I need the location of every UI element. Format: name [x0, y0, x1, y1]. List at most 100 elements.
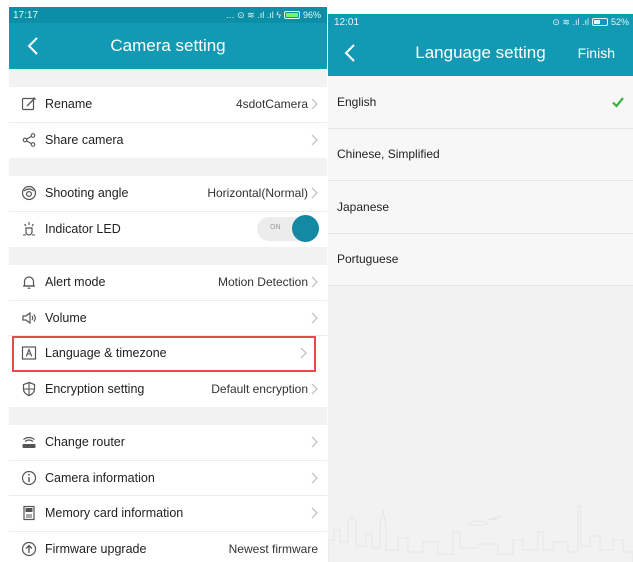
- setting-label: Indicator LED: [45, 222, 121, 237]
- chevron-right-icon: [311, 276, 318, 288]
- camera-setting-screen: 17:17 … ⊙ ≋ .ıl .ıl ϟ 96% Camera setting…: [9, 7, 327, 562]
- setting-indicator-led[interactable]: Indicator LED ON: [9, 212, 327, 248]
- chevron-left-icon: [27, 37, 38, 55]
- info-icon: [19, 468, 39, 488]
- chevron-right-icon: [311, 97, 321, 111]
- toggle-knob: [292, 215, 319, 243]
- speaker-icon: [19, 308, 39, 328]
- status-time: 12:01: [334, 16, 360, 28]
- chevron-right-icon: [311, 507, 318, 519]
- chevron-right-icon: [300, 347, 307, 359]
- setting-label: Encryption setting: [45, 382, 145, 397]
- chevron-right-icon: [311, 98, 318, 110]
- setting-memory-card-information[interactable]: Memory card information: [9, 496, 327, 532]
- chevron-right-icon: [311, 311, 321, 325]
- setting-encryption-setting[interactable]: Encryption setting Default encryption: [9, 372, 327, 408]
- setting-share-camera[interactable]: Share camera: [9, 123, 327, 159]
- chevron-right-icon: [311, 275, 321, 289]
- status-indicator-icons: … ⊙ ≋ .ıl .ıl ϟ: [225, 9, 281, 20]
- language-label: Portuguese: [337, 252, 399, 267]
- settings-group: Shooting angle Horizontal(Normal) Indicato…: [9, 176, 327, 247]
- setting-label: Alert mode: [45, 275, 106, 290]
- status-indicator-icons: ⊙ ≋ .ıl .ıl: [552, 16, 589, 27]
- chevron-right-icon: [311, 133, 321, 147]
- status-icons: … ⊙ ≋ .ıl .ıl ϟ 96%: [226, 10, 321, 21]
- sd-card-icon: [19, 503, 39, 523]
- settings-group: Alert mode Motion Detection Volume Language…: [9, 265, 327, 407]
- setting-label: Language & timezone: [45, 346, 167, 361]
- language-option-japanese[interactable]: Japanese: [328, 181, 633, 234]
- setting-label: Shooting angle: [45, 186, 129, 201]
- setting-value: Horizontal(Normal): [207, 186, 308, 201]
- group-separator: [9, 69, 327, 87]
- setting-camera-information[interactable]: Camera information: [9, 461, 327, 496]
- chevron-right-icon: [311, 383, 318, 395]
- checkmark-icon: [612, 97, 624, 108]
- page-title: Camera setting: [110, 36, 226, 55]
- chevron-right-icon: [311, 506, 321, 520]
- chevron-right-icon: [311, 435, 321, 449]
- camera-angle-icon: [19, 183, 39, 203]
- setting-shooting-angle[interactable]: Shooting angle Horizontal(Normal): [9, 176, 327, 212]
- app-header: Camera setting: [9, 23, 327, 69]
- language-option-portuguese[interactable]: Portuguese: [328, 233, 633, 286]
- edit-icon: [19, 94, 39, 114]
- back-button[interactable]: [23, 33, 43, 59]
- language-option-english[interactable]: English: [328, 76, 633, 129]
- settings-group: Change router Camera information Memory ca…: [9, 425, 327, 562]
- battery-percent: 52%: [610, 17, 629, 27]
- share-icon: [19, 130, 39, 150]
- router-icon: [19, 432, 39, 452]
- chevron-right-icon: [311, 472, 318, 484]
- chevron-right-icon: [311, 187, 318, 199]
- city-skyline-decoration: [328, 505, 633, 562]
- chevron-right-icon: [311, 312, 318, 324]
- setting-value: 4sdotCamera: [235, 97, 308, 112]
- setting-label: Firmware upgrade: [45, 542, 147, 557]
- language-list: English Chinese, Simplified Japanese Portug…: [328, 76, 633, 286]
- led-toggle[interactable]: ON: [257, 215, 319, 243]
- settings-group: Rename 4sdotCamera Share camera: [9, 87, 327, 158]
- finish-button[interactable]: Finish: [578, 45, 615, 61]
- led-icon: [19, 219, 39, 239]
- setting-change-router[interactable]: Change router: [9, 425, 327, 461]
- chevron-left-icon: [344, 44, 355, 62]
- status-bar: 17:17 … ⊙ ≋ .ıl .ıl ϟ 96%: [9, 7, 327, 23]
- setting-label: Change router: [45, 435, 125, 450]
- chevron-right-icon: [311, 382, 321, 396]
- settings-list: Rename 4sdotCamera Share camera Shooting an…: [9, 69, 327, 562]
- chevron-right-icon: [300, 346, 310, 360]
- bell-icon: [19, 272, 39, 292]
- setting-value: Newest firmware: [228, 542, 318, 557]
- language-label: English: [337, 94, 377, 109]
- screenshot-stage: 17:17 … ⊙ ≋ .ıl .ıl ϟ 96% Camera setting…: [0, 0, 633, 562]
- status-bar: 12:01 ⊙ ≋ .ıl .ıl 52%: [328, 14, 633, 30]
- language-setting-screen: 12:01 ⊙ ≋ .ıl .ıl 52% Language setting F…: [328, 14, 633, 562]
- setting-language-and-timezone[interactable]: Language & timezone: [12, 336, 316, 372]
- setting-volume[interactable]: Volume: [9, 301, 327, 336]
- group-separator: [9, 247, 327, 265]
- setting-firmware-upgrade[interactable]: Firmware upgrade Newest firmware: [9, 532, 327, 562]
- shield-icon: [19, 379, 39, 399]
- setting-rename[interactable]: Rename 4sdotCamera: [9, 87, 327, 123]
- status-time: 17:17: [13, 9, 39, 21]
- chevron-right-icon: [311, 471, 321, 485]
- setting-alert-mode[interactable]: Alert mode Motion Detection: [9, 265, 327, 301]
- language-label: Chinese, Simplified: [337, 147, 440, 162]
- chevron-right-icon: [311, 134, 318, 146]
- page-title: Language setting: [415, 43, 546, 62]
- group-separator: [9, 407, 327, 425]
- toggle-label: ON: [270, 224, 281, 232]
- battery-icon: [591, 18, 608, 26]
- language-option-chinese-simplified[interactable]: Chinese, Simplified: [328, 128, 633, 181]
- upgrade-icon: [19, 539, 39, 559]
- setting-label: Camera information: [45, 470, 155, 485]
- app-header: Language setting Finish: [328, 30, 633, 76]
- setting-value: Motion Detection: [217, 275, 308, 290]
- language-label: Japanese: [337, 199, 390, 214]
- group-separator: [9, 158, 327, 176]
- back-button[interactable]: [340, 40, 360, 66]
- battery-percent: 96%: [302, 10, 321, 20]
- status-icons: ⊙ ≋ .ıl .ıl 52%: [552, 17, 629, 28]
- battery-icon: [283, 11, 300, 19]
